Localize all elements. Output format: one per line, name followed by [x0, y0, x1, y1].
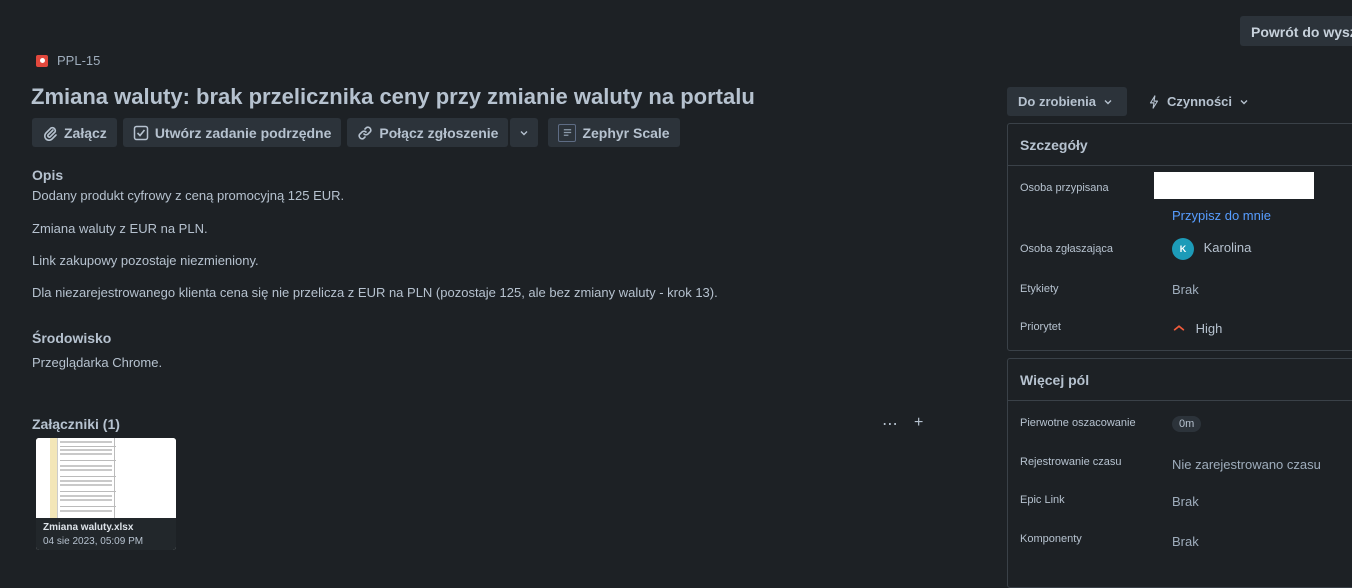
- link-issue-button[interactable]: Połącz zgłoszenie: [347, 118, 509, 147]
- description-line[interactable]: Dodany produkt cyfrowy z ceną promocyjną…: [32, 188, 344, 203]
- attachment-card[interactable]: Zmiana waluty.xlsx 04 sie 2023, 05:09 PM: [36, 438, 176, 550]
- priority-high-icon: [1173, 325, 1185, 331]
- chevron-down-icon: [1240, 99, 1248, 104]
- status-dropdown[interactable]: Do zrobienia: [1007, 87, 1127, 116]
- environment-heading: Środowisko: [32, 330, 112, 346]
- zephyr-icon: [558, 123, 577, 142]
- attach-button[interactable]: Załącz: [32, 118, 117, 147]
- assign-to-me-link[interactable]: Przypisz do mnie: [1172, 208, 1271, 223]
- estimate-value: 0m: [1172, 416, 1202, 432]
- zephyr-scale-button[interactable]: Zephyr Scale: [548, 118, 680, 147]
- bug-icon: [36, 54, 48, 67]
- more-icon[interactable]: ⋯: [882, 414, 898, 434]
- issue-title[interactable]: Zmiana waluty: brak przelicznika ceny pr…: [31, 84, 755, 110]
- components-value[interactable]: Brak: [1172, 534, 1199, 549]
- description-line[interactable]: Zmiana waluty z EUR na PLN.: [32, 221, 208, 236]
- actions-label: Czynności: [1167, 94, 1233, 109]
- epic-link-value[interactable]: Brak: [1172, 494, 1199, 509]
- attachments-actions: ⋯ +: [882, 414, 923, 434]
- details-panel: Szczegóły Osoba przypisana Przypisz do m…: [1007, 123, 1352, 351]
- issue-toolbar: Załącz Utwórz zadanie podrzędne Połącz z…: [32, 118, 680, 148]
- priority-field[interactable]: High: [1172, 321, 1222, 336]
- details-heading[interactable]: Szczegóły: [1008, 124, 1352, 166]
- paperclip-icon: [43, 126, 57, 141]
- environment-value[interactable]: Przeglądarka Chrome.: [32, 355, 162, 370]
- labels-value[interactable]: Brak: [1172, 282, 1199, 297]
- estimate-label: Pierwotne oszacowanie: [1020, 417, 1136, 429]
- assignee-field[interactable]: [1154, 172, 1314, 199]
- chevron-down-icon: [1104, 99, 1112, 104]
- subtask-label: Utwórz zadanie podrzędne: [154, 124, 332, 141]
- attachment-date: 04 sie 2023, 05:09 PM: [43, 536, 144, 547]
- lightning-icon: [1149, 94, 1159, 109]
- more-fields-heading[interactable]: Więcej pól: [1008, 359, 1352, 401]
- avatar: K: [1172, 238, 1194, 260]
- attachment-name: Zmiana waluty.xlsx: [43, 522, 134, 533]
- link-icon: [358, 125, 372, 140]
- create-subtask-button[interactable]: Utwórz zadanie podrzędne: [122, 118, 342, 147]
- reporter-label: Osoba zgłaszająca: [1020, 243, 1113, 255]
- attachments-heading: Załączniki (1): [32, 416, 120, 432]
- chevron-down-icon: [520, 130, 528, 135]
- status-label: Do zrobienia: [1018, 94, 1097, 109]
- plus-icon[interactable]: +: [914, 414, 923, 434]
- zephyr-label: Zephyr Scale: [582, 124, 670, 141]
- back-to-search-button[interactable]: Powrót do wyszukiwania: [1240, 16, 1352, 46]
- description-line[interactable]: Link zakupowy pozostaje niezmieniony.: [32, 253, 259, 268]
- labels-label: Etykiety: [1020, 283, 1059, 295]
- reporter-name: Karolina: [1203, 240, 1252, 256]
- attachment-info: Zmiana waluty.xlsx 04 sie 2023, 05:09 PM: [36, 518, 176, 550]
- actions-dropdown[interactable]: Czynności: [1137, 87, 1250, 116]
- priority-label: Priorytet: [1020, 321, 1061, 333]
- link-issue-label: Połącz zgłoszenie: [379, 124, 499, 141]
- issue-key-row[interactable]: PPL-15: [36, 53, 100, 68]
- time-tracking-value[interactable]: Nie zarejestrowano czasu: [1172, 457, 1321, 472]
- link-issue-split-button: Połącz zgłoszenie: [347, 118, 539, 148]
- time-tracking-label: Rejestrowanie czasu: [1020, 456, 1122, 468]
- attach-label: Załącz: [64, 124, 107, 141]
- description-heading: Opis: [32, 167, 64, 183]
- assignee-label: Osoba przypisana: [1020, 182, 1109, 194]
- attachment-thumbnail: [36, 438, 176, 518]
- components-label: Komponenty: [1020, 533, 1082, 545]
- epic-link-label: Epic Link: [1020, 494, 1065, 506]
- more-fields-panel: Więcej pól Pierwotne oszacowanie 0m Reje…: [1007, 358, 1352, 588]
- reporter-field[interactable]: K Karolina: [1172, 238, 1251, 260]
- subtask-icon: [133, 125, 149, 140]
- priority-value: High: [1195, 321, 1223, 336]
- issue-key[interactable]: PPL-15: [57, 53, 100, 68]
- estimate-field[interactable]: 0m: [1172, 415, 1202, 432]
- link-issue-dropdown[interactable]: [510, 118, 539, 147]
- description-line[interactable]: Dla niezarejestrowanego klienta cena się…: [32, 285, 718, 300]
